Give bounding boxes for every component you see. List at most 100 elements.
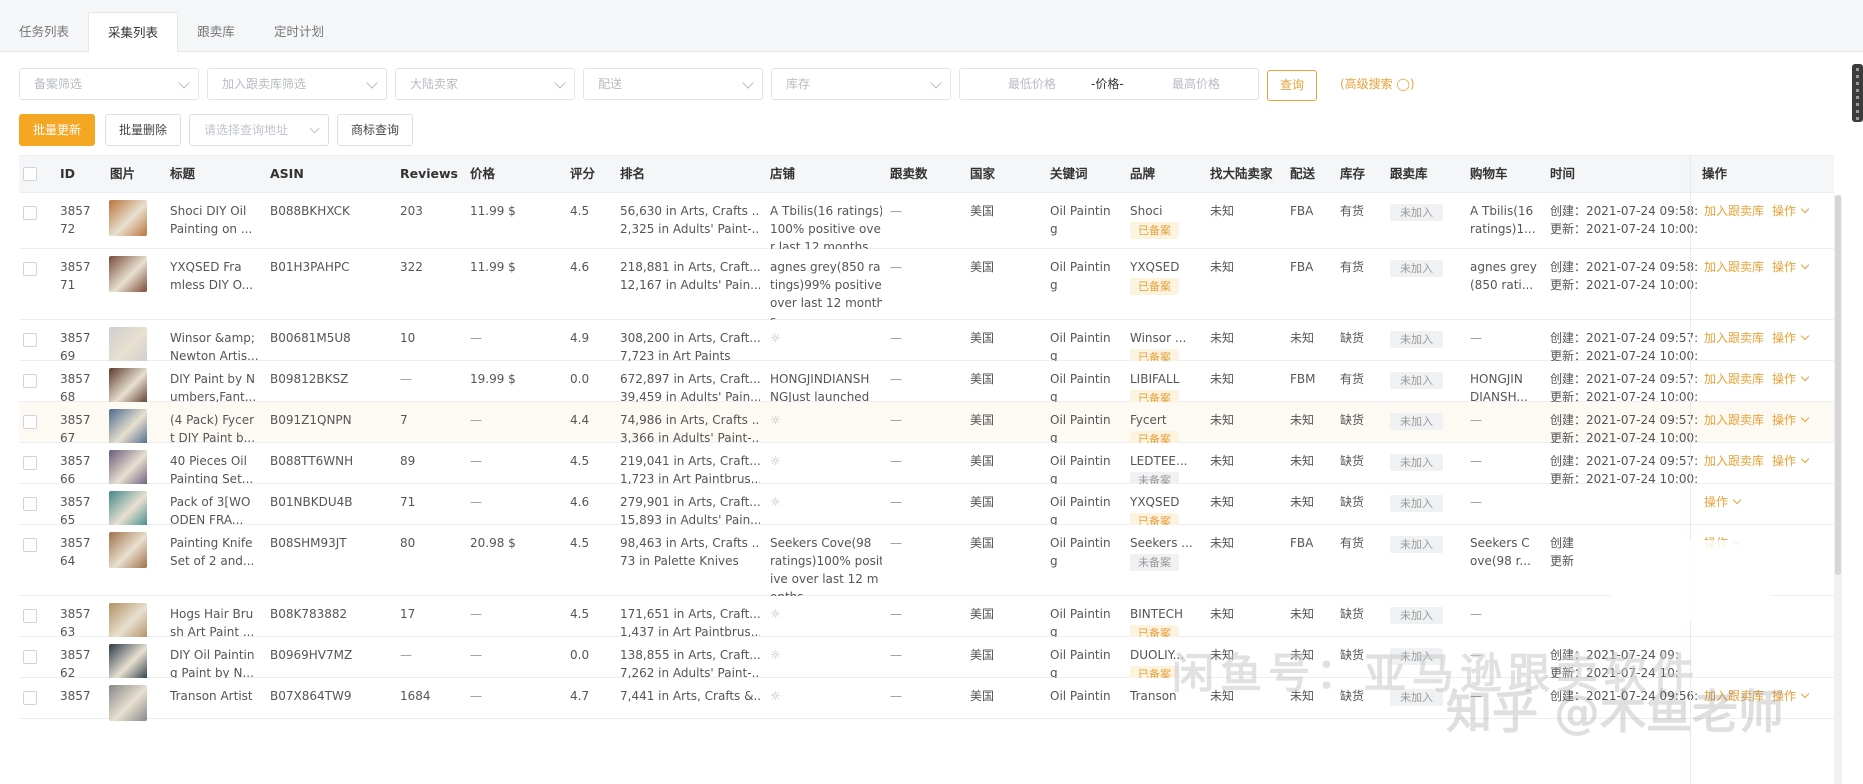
- product-thumbnail[interactable]: [109, 450, 147, 486]
- cell-follow-lib: 未加入: [1390, 605, 1460, 624]
- row-checkbox[interactable]: [23, 538, 37, 552]
- product-thumbnail[interactable]: [109, 532, 147, 568]
- row-checkbox[interactable]: [23, 609, 37, 623]
- row-checkbox[interactable]: [23, 333, 37, 347]
- cell-cart: —: [1470, 452, 1545, 470]
- col-id[interactable]: ID: [60, 156, 75, 192]
- advanced-search-link[interactable]: (高级搜索 ◯): [1340, 68, 1415, 100]
- add-to-follow-lib-link[interactable]: 加入跟卖库: [1704, 204, 1764, 218]
- col-follow-count[interactable]: 跟卖数: [890, 156, 928, 192]
- col-price[interactable]: 价格: [470, 156, 495, 192]
- product-thumbnail[interactable]: [109, 603, 147, 639]
- cell-id: 3857 68: [60, 370, 106, 406]
- col-reviews[interactable]: Reviews: [400, 156, 458, 192]
- chevron-down-icon[interactable]: [1732, 495, 1742, 505]
- col-rating[interactable]: 评分: [570, 156, 595, 192]
- col-stock: 库存: [1340, 166, 1366, 181]
- table-row[interactable]: 3857 66 40 Pieces Oil Painting Set... B088TT…: [19, 443, 1834, 489]
- chevron-down-icon[interactable]: [1800, 260, 1810, 270]
- scrollbar-thumb[interactable]: [1835, 195, 1841, 575]
- add-to-follow-lib-link[interactable]: 加入跟卖库: [1704, 260, 1764, 274]
- filter-record-label: 备案筛选: [34, 77, 83, 91]
- col-rank[interactable]: 排名: [620, 156, 645, 192]
- cell-title[interactable]: Shoci DIY Oil Painting on ...: [170, 202, 265, 238]
- cell-title[interactable]: Hogs Hair Bru sh Art Paint ...: [170, 605, 265, 641]
- cell-title[interactable]: Pack of 3[WO ODEN FRA...: [170, 493, 265, 529]
- product-thumbnail[interactable]: [109, 327, 147, 363]
- add-to-follow-lib-link[interactable]: 加入跟卖库: [1704, 413, 1764, 427]
- vertical-scrollbar[interactable]: [1834, 195, 1842, 784]
- chevron-down-icon[interactable]: [1800, 204, 1810, 214]
- chevron-down-icon[interactable]: [1800, 689, 1810, 699]
- table-row[interactable]: 3857 68 DIY Paint by Numbers,Fant... B09812…: [19, 361, 1834, 407]
- cell-time: 创建：2021-07-24 09:57:32 更新：2021-07-24 10:0…: [1550, 411, 1698, 447]
- cell-title[interactable]: DIY Paint by Numbers,Fant...: [170, 370, 265, 406]
- row-checkbox[interactable]: [23, 497, 37, 511]
- cell-line: ☼: [770, 331, 781, 345]
- row-checkbox[interactable]: [23, 456, 37, 470]
- table-row[interactable]: 3857 71 YXQSED Fra mless DIY O... B01H3PAHPC…: [19, 249, 1834, 328]
- ops-dropdown[interactable]: 操作: [1704, 495, 1728, 509]
- chevron-down-icon[interactable]: [1800, 372, 1810, 382]
- row-checkbox[interactable]: [23, 415, 37, 429]
- cell-line: 未知: [1210, 536, 1235, 550]
- batch-delete-button[interactable]: 批量删除: [105, 114, 181, 146]
- side-handle-icon[interactable]: [1852, 64, 1863, 122]
- ops-dropdown[interactable]: 操作: [1772, 331, 1796, 345]
- filter-stock-select[interactable]: 库存: [771, 68, 951, 100]
- cell-ops: 加入跟卖库 操作: [1704, 370, 1829, 388]
- ops-dropdown[interactable]: 操作: [1772, 260, 1796, 274]
- batch-update-button[interactable]: 批量更新: [19, 114, 95, 146]
- cell-title[interactable]: Winsor &amp; Newton Artis...: [170, 329, 265, 365]
- table-row[interactable]: 3857 64 Painting Knife Set of 2 and... B08SH…: [19, 525, 1834, 604]
- add-to-follow-lib-link[interactable]: 加入跟卖库: [1704, 454, 1764, 468]
- row-checkbox[interactable]: [23, 206, 37, 220]
- cell-title[interactable]: YXQSED Fra mless DIY O...: [170, 258, 265, 294]
- query-address-select[interactable]: 请选择查询地址: [189, 114, 329, 146]
- chevron-down-icon[interactable]: [1800, 331, 1810, 341]
- chevron-down-icon[interactable]: [1800, 454, 1810, 464]
- product-thumbnail[interactable]: [109, 256, 147, 292]
- chevron-down-icon[interactable]: [1800, 413, 1810, 423]
- cell-title[interactable]: Transon Artist: [170, 687, 265, 705]
- table-row[interactable]: 3857 63 Hogs Hair Bru sh Art Paint ... B08K7…: [19, 596, 1834, 642]
- price-max-input[interactable]: 最高价格: [1172, 69, 1220, 99]
- product-thumbnail[interactable]: [109, 200, 147, 236]
- row-checkbox[interactable]: [23, 650, 37, 664]
- row-checkbox[interactable]: [23, 691, 37, 705]
- add-to-follow-lib-link[interactable]: 加入跟卖库: [1704, 331, 1764, 345]
- cell-title[interactable]: 40 Pieces Oil Painting Set...: [170, 452, 265, 488]
- product-thumbnail[interactable]: [109, 409, 147, 445]
- price-min-input[interactable]: 最低价格: [1008, 69, 1056, 99]
- cell-title[interactable]: (4 Pack) Fycer t DIY Paint b...: [170, 411, 265, 447]
- product-thumbnail[interactable]: [109, 368, 147, 404]
- table-row[interactable]: 3857 65 Pack of 3[WO ODEN FRA... B01NBKDU4B 7…: [19, 484, 1834, 530]
- filter-cn-seller-select[interactable]: 大陆卖家: [395, 68, 575, 100]
- ops-dropdown[interactable]: 操作: [1772, 454, 1796, 468]
- tab-follow-library[interactable]: 跟卖库: [178, 12, 254, 52]
- table-row[interactable]: 3857 69 Winsor &amp; Newton Artis... B00681M…: [19, 320, 1834, 366]
- ops-dropdown[interactable]: 操作: [1772, 204, 1796, 218]
- row-checkbox[interactable]: [23, 374, 37, 388]
- filter-follow-select[interactable]: 加入跟卖库筛选: [207, 68, 387, 100]
- table-row[interactable]: 3857 67 (4 Pack) Fycer t DIY Paint b... B091…: [19, 402, 1834, 448]
- add-to-follow-lib-link[interactable]: 加入跟卖库: [1704, 372, 1764, 386]
- table-row[interactable]: 3857 72 Shoci DIY Oil Painting on ... B088BK…: [19, 193, 1834, 254]
- tab-collect-list[interactable]: 采集列表: [88, 12, 178, 52]
- trademark-query-button[interactable]: 商标查询: [337, 114, 413, 146]
- tab-task-list[interactable]: 任务列表: [0, 12, 88, 52]
- product-thumbnail[interactable]: [109, 491, 147, 527]
- ops-dropdown[interactable]: 操作: [1772, 372, 1796, 386]
- row-checkbox[interactable]: [23, 262, 37, 276]
- product-thumbnail[interactable]: [109, 644, 147, 680]
- product-thumbnail[interactable]: [109, 685, 147, 721]
- select-all-checkbox[interactable]: [23, 167, 37, 181]
- query-button[interactable]: 查询: [1267, 70, 1317, 101]
- cell-title[interactable]: Painting Knife Set of 2 and...: [170, 534, 265, 570]
- filter-delivery-select[interactable]: 配送: [583, 68, 763, 100]
- tab-scheduled-plan[interactable]: 定时计划: [256, 12, 342, 52]
- filter-record-select[interactable]: 备案筛选: [19, 68, 199, 100]
- ops-dropdown[interactable]: 操作: [1772, 413, 1796, 427]
- cell-title[interactable]: DIY Oil Paintin g Paint by N...: [170, 646, 265, 682]
- cell-line: (850 rati...: [1470, 278, 1534, 292]
